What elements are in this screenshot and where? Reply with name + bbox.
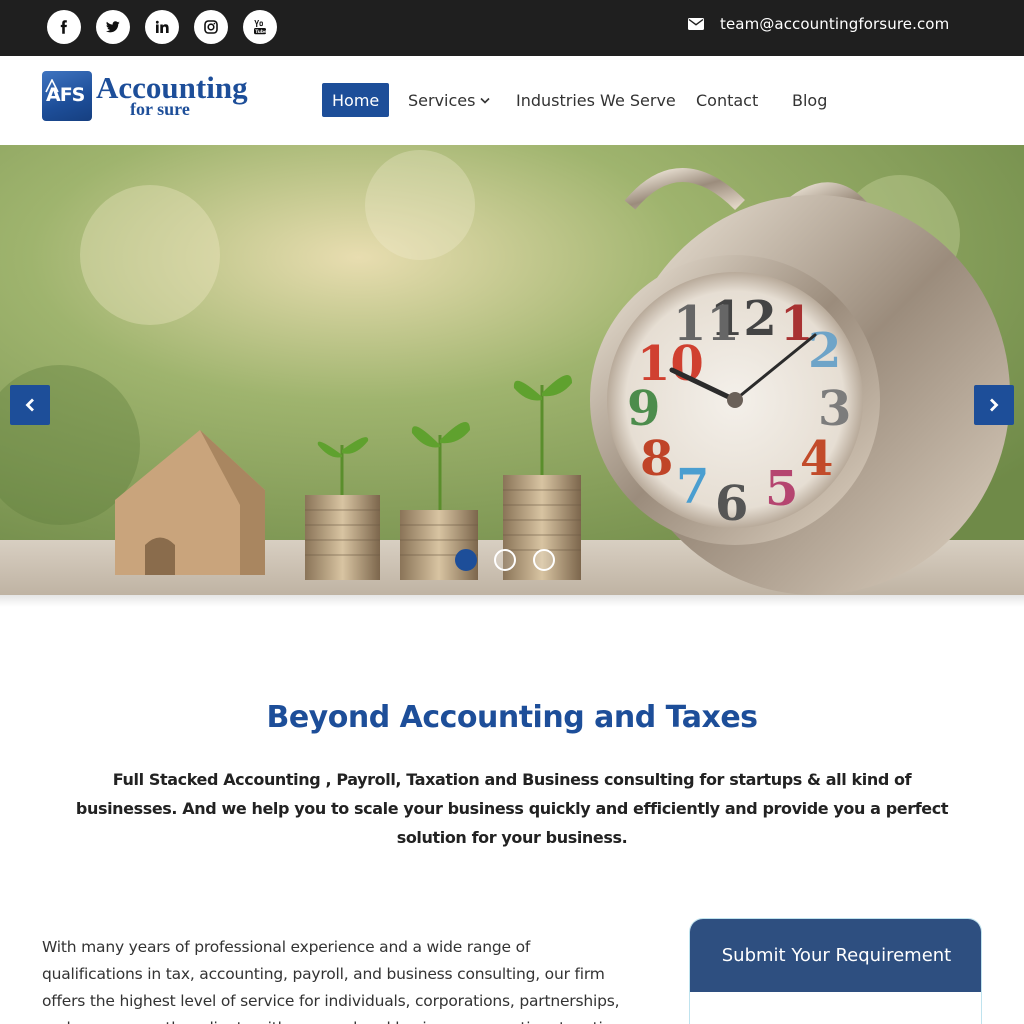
instagram-icon[interactable] (194, 10, 228, 44)
svg-text:11: 11 (673, 296, 740, 352)
hero-shadow (0, 595, 1024, 607)
intro-text: Full Stacked Accounting , Payroll, Taxat… (75, 770, 949, 847)
nav-blog[interactable]: Blog (792, 83, 827, 117)
top-bar: Tube team@accountingforsure.com (0, 0, 1024, 56)
contact-email[interactable]: team@accountingforsure.com (688, 14, 949, 34)
carousel-prev-button[interactable] (10, 385, 50, 425)
nav-industries[interactable]: Industries We Serve (516, 83, 676, 117)
hero-carousel: 12 1 2 3 4 5 6 7 8 9 10 11 (0, 145, 1024, 595)
logo-mark-text: AFS (46, 84, 85, 106)
carousel-next-button[interactable] (974, 385, 1014, 425)
svg-text:8: 8 (640, 431, 673, 487)
svg-text:Tube: Tube (255, 29, 267, 35)
requirement-form-card: Submit Your Requirement (689, 918, 982, 1024)
svg-text:3: 3 (818, 381, 851, 437)
intro-title: Beyond Accounting and Taxes (266, 700, 758, 735)
chevron-right-icon (990, 398, 999, 412)
carousel-dot-3[interactable] (533, 549, 555, 571)
logo-mark: AFS (42, 71, 92, 121)
svg-text:7: 7 (676, 459, 709, 515)
nav-services-label: Services (408, 90, 476, 110)
svg-text:4: 4 (800, 431, 833, 487)
facebook-icon[interactable] (47, 10, 81, 44)
carousel-dot-1[interactable] (455, 549, 477, 571)
youtube-icon[interactable]: Tube (243, 10, 277, 44)
requirement-form-title: Submit Your Requirement (690, 919, 981, 992)
nav-home[interactable]: Home (322, 83, 390, 117)
svg-text:6: 6 (715, 476, 748, 532)
site-logo[interactable]: AFS Accounting for sure (42, 71, 262, 123)
main-navbar: AFS Accounting for sure Home Services In… (0, 56, 1024, 145)
about-text: With many years of professional experien… (42, 938, 626, 1024)
hero-image: 12 1 2 3 4 5 6 7 8 9 10 11 (0, 145, 1024, 595)
linkedin-icon[interactable] (145, 10, 179, 44)
carousel-dot-2[interactable] (494, 549, 516, 571)
chevron-down-icon (480, 97, 491, 104)
envelope-icon (688, 18, 704, 30)
svg-text:5: 5 (765, 461, 798, 517)
svg-text:2: 2 (808, 323, 841, 379)
nav-services[interactable]: Services (408, 83, 491, 117)
email-address[interactable]: team@accountingforsure.com (720, 15, 949, 33)
nav-contact[interactable]: Contact (696, 83, 758, 117)
logo-tagline: for sure (130, 99, 190, 119)
twitter-icon[interactable] (96, 10, 130, 44)
chevron-left-icon (25, 398, 34, 412)
